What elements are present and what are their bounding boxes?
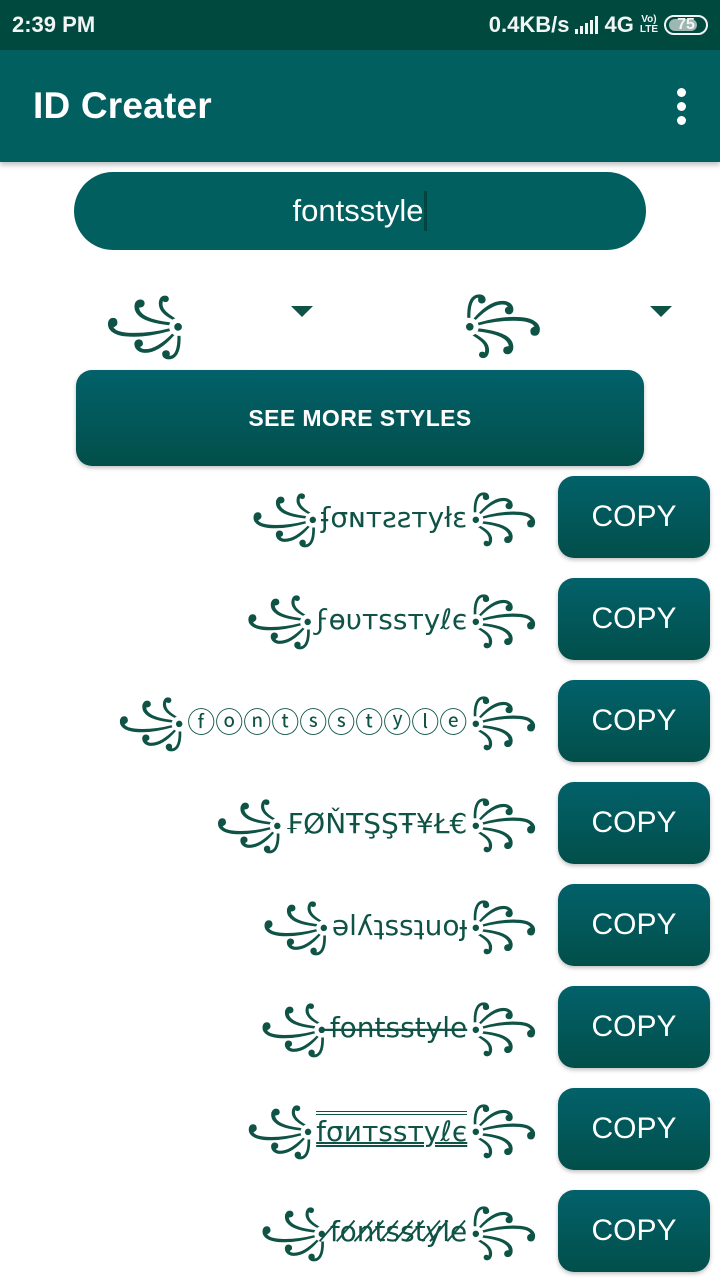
app-title: ID Creater xyxy=(33,85,212,126)
copy-button[interactable]: COPY xyxy=(558,782,710,864)
see-more-styles-button[interactable]: SEE MORE STYLES xyxy=(76,370,644,466)
style-preview: ꧁ ⓕⓞⓝⓣⓢⓢⓣⓨⓛⓔ ꧂ xyxy=(117,680,538,762)
styled-text: fσитѕѕтуℓє xyxy=(316,1110,468,1148)
right-ornament: ꧂ xyxy=(469,491,538,542)
styled-text: ǝlʎʇssʇuoɟ xyxy=(331,908,468,942)
style-row: ꧁ ₣ØŇŦŞŞŦ¥Ł€ ꧂ COPY xyxy=(0,782,720,864)
styled-text: ʄσɴтƨƨтуłɛ xyxy=(320,500,468,534)
left-ornament-spinner[interactable]: ꧁ xyxy=(100,288,320,358)
style-preview: ꧁ f̶o̶n̶t̶s̶s̶t̶y̶l̶e̶ ꧂ xyxy=(259,986,538,1068)
styled-text: ⓕⓞⓝⓣⓢⓢⓣⓨⓛⓔ xyxy=(187,706,468,739)
style-row: ꧁ ⓕⓞⓝⓣⓢⓢⓣⓨⓛⓔ ꧂ COPY xyxy=(0,680,720,762)
copy-button[interactable]: COPY xyxy=(558,1190,710,1272)
copy-button[interactable]: COPY xyxy=(558,884,710,966)
right-ornament: ꧂ xyxy=(469,695,538,746)
styled-text: ₣ØŇŦŞŞŦ¥Ł€ xyxy=(285,806,468,840)
left-ornament: ꧁ xyxy=(259,1205,328,1256)
left-ornament-value: ꧁ xyxy=(104,293,186,353)
right-ornament: ꧂ xyxy=(469,593,538,644)
style-row: ꧁ ǝlʎʇssʇuoɟ ꧂ COPY xyxy=(0,884,720,966)
status-time: 2:39 PM xyxy=(12,12,96,37)
style-preview: ꧁ ₣ØŇŦŞŞŦ¥Ł€ ꧂ xyxy=(215,782,538,864)
status-bar: 2:39 PM 0.4KB/s 4G Vo) LTE 75 xyxy=(0,0,720,50)
style-row: ꧁ fσитѕѕтуℓє ꧂ COPY xyxy=(0,1088,720,1170)
style-preview: ꧁ f̸o̸n̸t̸s̸s̸t̸y̸l̸e̸ ꧂ xyxy=(259,1190,538,1272)
name-input[interactable]: fontsstyle xyxy=(293,191,428,231)
text-caret xyxy=(424,191,428,231)
left-ornament: ꧁ xyxy=(259,1001,328,1052)
dropdown-arrow-icon xyxy=(650,306,672,317)
copy-button[interactable]: COPY xyxy=(558,986,710,1068)
copy-button[interactable]: COPY xyxy=(558,680,710,762)
more-options-button[interactable] xyxy=(667,80,696,133)
left-ornament: ꧁ xyxy=(116,695,186,746)
style-row: ꧁ ʄσɴтƨƨтуłɛ ꧂ COPY xyxy=(0,476,720,558)
battery-icon: 75 xyxy=(664,15,708,35)
more-vert-icon xyxy=(677,87,686,125)
battery-level: 75 xyxy=(677,16,695,33)
status-indicators: 0.4KB/s 4G Vo) LTE 75 xyxy=(489,12,708,38)
left-ornament: ꧁ xyxy=(245,593,314,644)
styled-text: ϝɵυтѕѕтуℓє xyxy=(315,602,468,636)
right-ornament-value: ꧂ xyxy=(462,293,544,353)
styled-text: f̶o̶n̶t̶s̶s̶t̶y̶l̶e̶ xyxy=(329,1010,468,1044)
app-bar: ID Creater xyxy=(0,50,720,162)
right-ornament: ꧂ xyxy=(469,1103,538,1154)
right-ornament: ꧂ xyxy=(469,1205,538,1256)
network-type: 4G xyxy=(604,12,634,37)
volte-icon: Vo) LTE xyxy=(640,15,658,35)
net-speed: 0.4KB/s xyxy=(488,12,570,37)
style-preview: ꧁ fσитѕѕтуℓє ꧂ xyxy=(245,1088,538,1170)
right-ornament-spinner[interactable]: ꧂ xyxy=(462,288,682,358)
style-row: ꧁ f̸o̸n̸t̸s̸s̸t̸y̸l̸e̸ ꧂ COPY xyxy=(0,1190,720,1272)
copy-button[interactable]: COPY xyxy=(558,578,710,660)
volte-bottom: LTE xyxy=(639,24,658,35)
left-ornament: ꧁ xyxy=(245,1103,315,1154)
signal-icon xyxy=(575,16,599,34)
style-preview: ꧁ ϝɵυтѕѕтуℓє ꧂ xyxy=(245,578,538,660)
right-ornament: ꧂ xyxy=(469,1001,538,1052)
copy-button[interactable]: COPY xyxy=(558,1088,710,1170)
name-input-container[interactable]: fontsstyle xyxy=(74,172,646,250)
style-preview: ꧁ ǝlʎʇssʇuoɟ ꧂ xyxy=(261,884,538,966)
name-input-value: fontsstyle xyxy=(292,193,424,228)
right-ornament: ꧂ xyxy=(469,899,538,950)
styled-text: f̸o̸n̸t̸s̸s̸t̸y̸l̸e̸ xyxy=(329,1214,468,1248)
style-row: ꧁ ϝɵυтѕѕтуℓє ꧂ COPY xyxy=(0,578,720,660)
left-ornament: ꧁ xyxy=(250,491,319,542)
style-preview: ꧁ ʄσɴтƨƨтуłɛ ꧂ xyxy=(250,476,538,558)
right-ornament: ꧂ xyxy=(469,797,538,848)
dropdown-arrow-icon xyxy=(291,306,313,317)
left-ornament: ꧁ xyxy=(261,899,330,950)
left-ornament: ꧁ xyxy=(214,797,284,848)
copy-button[interactable]: COPY xyxy=(558,476,710,558)
style-row: ꧁ f̶o̶n̶t̶s̶s̶t̶y̶l̶e̶ ꧂ COPY xyxy=(0,986,720,1068)
